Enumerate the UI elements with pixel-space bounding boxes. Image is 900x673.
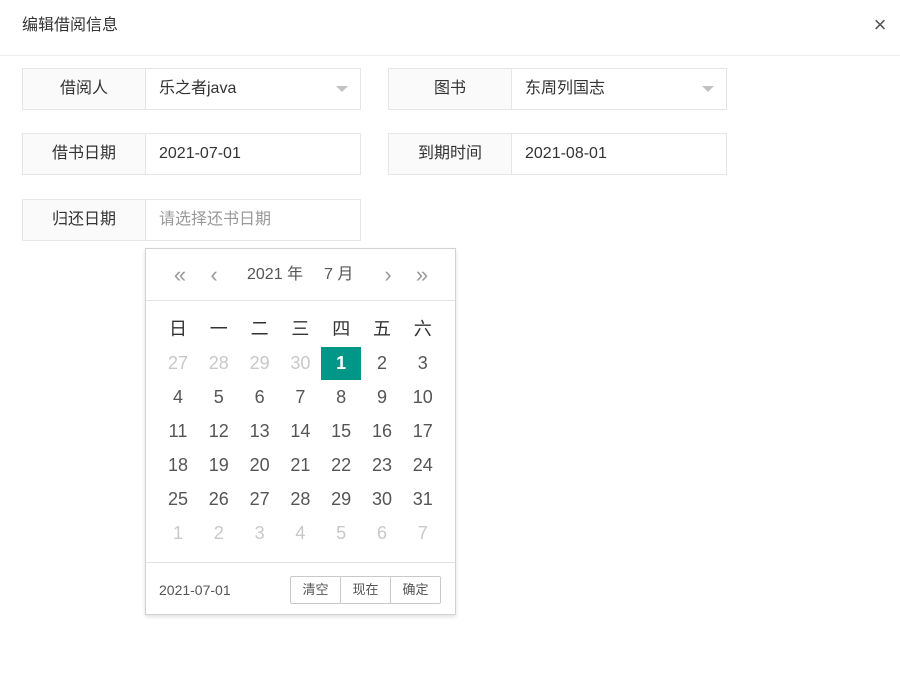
weekday-label: 二: [250, 319, 269, 339]
date-picker: « ‹ 2021 年 7 月 › » 日一二三四五六 27 28 29 30 1 2 3 4 5 6…: [145, 248, 456, 615]
return-date-label: 归还日期: [23, 200, 146, 240]
weekday-label: 一: [209, 319, 228, 339]
next-month-icon[interactable]: ›: [376, 261, 400, 289]
calendar-day[interactable]: 29: [321, 483, 361, 516]
prev-year-icon[interactable]: «: [168, 261, 192, 289]
calendar-day[interactable]: 16: [362, 415, 402, 448]
weekday-label: 三: [291, 319, 310, 339]
calendar-day[interactable]: 24: [403, 449, 443, 482]
year-selector[interactable]: 2021 年: [247, 263, 303, 287]
weekday-label: 五: [373, 319, 391, 339]
calendar-day[interactable]: 23: [362, 449, 402, 482]
calendar-day[interactable]: 3: [403, 347, 443, 380]
borrow-date-label: 借书日期: [23, 134, 146, 174]
borrow-date-field[interactable]: 借书日期 2021-07-01: [22, 133, 361, 175]
calendar-day[interactable]: 29: [240, 347, 280, 380]
borrow-date-value: 2021-07-01: [159, 145, 241, 162]
calendar-day[interactable]: 15: [321, 415, 361, 448]
calendar-day[interactable]: 27: [158, 347, 198, 380]
calendar-day[interactable]: 22: [321, 449, 361, 482]
selected-date-preview: 2021-07-01: [159, 582, 231, 598]
calendar-day[interactable]: 8: [321, 381, 361, 414]
calendar-day[interactable]: 30: [280, 347, 320, 380]
chevron-down-icon: [336, 86, 348, 92]
due-date-value: 2021-08-01: [525, 145, 607, 162]
dialog-header: 编辑借阅信息 ×: [0, 0, 900, 56]
calendar-day[interactable]: 28: [199, 347, 239, 380]
chevron-down-icon: [702, 86, 714, 92]
calendar-day[interactable]: 1: [158, 517, 198, 550]
borrower-label: 借阅人: [23, 69, 146, 109]
prev-month-icon[interactable]: ‹: [202, 261, 226, 289]
due-date-label: 到期时间: [389, 134, 512, 174]
book-label: 图书: [389, 69, 512, 109]
calendar-day[interactable]: 10: [403, 381, 443, 414]
calendar-day[interactable]: 28: [280, 483, 320, 516]
calendar-day[interactable]: 21: [280, 449, 320, 482]
date-picker-actions: 清空 现在 确定: [290, 576, 441, 604]
dialog-title: 编辑借阅信息: [22, 17, 119, 34]
weekday-label: 日: [169, 319, 187, 339]
calendar-day[interactable]: 4: [158, 381, 198, 414]
calendar-day[interactable]: 27: [240, 483, 280, 516]
book-select[interactable]: 图书 东周列国志: [388, 68, 727, 110]
calendar-day[interactable]: 2: [199, 517, 239, 550]
calendar-day[interactable]: 11: [158, 415, 198, 448]
calendar-day[interactable]: 5: [321, 517, 361, 550]
book-value: 东周列国志: [525, 80, 606, 97]
month-selector[interactable]: 7 月: [324, 263, 353, 287]
calendar-day[interactable]: 7: [280, 381, 320, 414]
clear-button[interactable]: 清空: [290, 576, 341, 604]
calendar-day-selected[interactable]: 1: [321, 347, 362, 380]
calendar-day[interactable]: 9: [362, 381, 402, 414]
calendar-day[interactable]: 14: [280, 415, 320, 448]
weekday-label: 四: [332, 319, 351, 339]
calendar-day[interactable]: 26: [199, 483, 239, 516]
date-picker-footer: 2021-07-01 清空 现在 确定: [146, 562, 455, 614]
calendar-day[interactable]: 25: [158, 483, 198, 516]
calendar-day[interactable]: 13: [240, 415, 280, 448]
calendar-day[interactable]: 4: [280, 517, 320, 550]
calendar-day[interactable]: 31: [403, 483, 443, 516]
calendar-day[interactable]: 19: [199, 449, 239, 482]
calendar-day[interactable]: 18: [158, 449, 198, 482]
date-picker-header: « ‹ 2021 年 7 月 › »: [146, 249, 455, 301]
borrower-value: 乐之者java: [159, 80, 237, 97]
calendar-day[interactable]: 5: [199, 381, 239, 414]
calendar-day[interactable]: 30: [362, 483, 402, 516]
calendar-day[interactable]: 12: [199, 415, 239, 448]
close-icon[interactable]: ×: [868, 13, 892, 37]
calendar-day[interactable]: 3: [240, 517, 280, 550]
now-button[interactable]: 现在: [340, 576, 391, 604]
due-date-field[interactable]: 到期时间 2021-08-01: [388, 133, 727, 175]
return-date-field[interactable]: 归还日期 请选择还书日期: [22, 199, 361, 241]
calendar-day[interactable]: 20: [240, 449, 280, 482]
calendar-day[interactable]: 2: [362, 347, 402, 380]
return-date-input[interactable]: 请选择还书日期: [159, 200, 271, 240]
calendar-day[interactable]: 6: [240, 381, 280, 414]
calendar-day[interactable]: 7: [403, 517, 443, 550]
borrower-select[interactable]: 借阅人 乐之者java: [22, 68, 361, 110]
calendar-day[interactable]: 17: [403, 415, 443, 448]
weekday-label: 六: [413, 319, 432, 339]
next-year-icon[interactable]: »: [410, 261, 434, 289]
calendar-day[interactable]: 6: [362, 517, 402, 550]
confirm-button[interactable]: 确定: [390, 576, 441, 604]
